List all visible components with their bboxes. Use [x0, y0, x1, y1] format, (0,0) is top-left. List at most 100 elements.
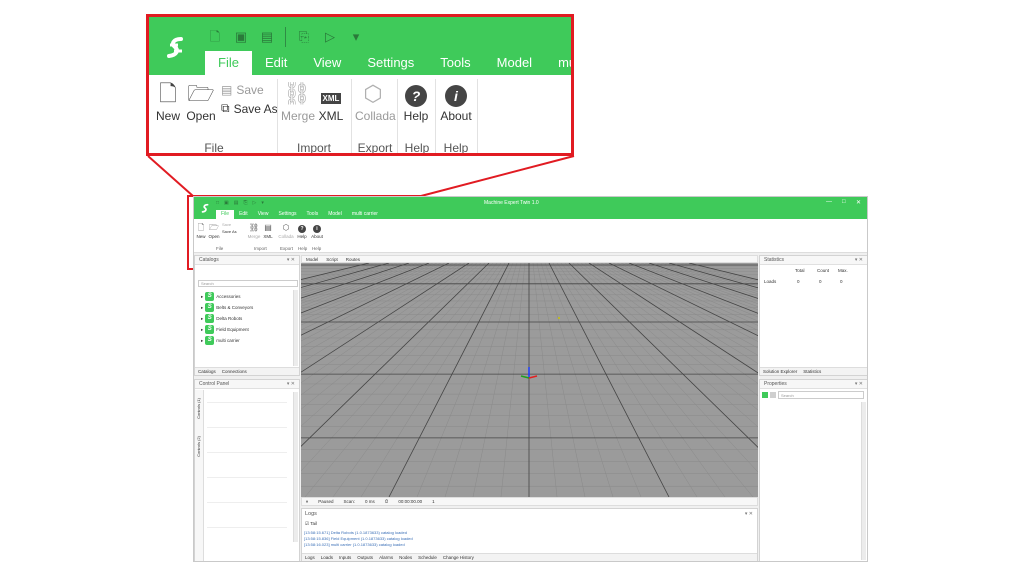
minimize-button[interactable]: —	[826, 199, 832, 205]
tab-connections[interactable]: Connections	[222, 368, 247, 375]
tab-change-history[interactable]: Change History	[443, 554, 474, 561]
collada-button[interactable]: ⬡ Collada	[278, 223, 294, 239]
panel-pin-icon[interactable]: ▾ ✕	[855, 380, 863, 389]
expand-icon[interactable]: ▸	[201, 327, 203, 333]
close-button[interactable]: ✕	[856, 199, 861, 206]
dropdown-icon[interactable]: ▾	[348, 29, 364, 45]
catalog-item[interactable]: ▸ S Delta Robots	[201, 314, 242, 323]
help-button[interactable]: ? Help	[401, 81, 431, 123]
sim-time: 00:00:00.00	[398, 499, 423, 504]
help-button[interactable]: ? Help	[296, 223, 308, 239]
tab-outputs[interactable]: Outputs	[357, 554, 373, 561]
catalog-item[interactable]: ▸ S Belts & Conveyors	[201, 303, 253, 312]
tab-routes[interactable]: Routes	[346, 256, 360, 262]
axis-gizmo-icon	[520, 367, 538, 379]
control-panel: Control Panel ▾ ✕ Controls (1) Controls (…	[194, 379, 300, 561]
catalog-logo-icon: S	[205, 336, 215, 345]
grid-line	[500, 263, 526, 497]
tab-file[interactable]: File	[216, 210, 235, 219]
panel-pin-icon[interactable]: ▾ ✕	[287, 256, 295, 265]
quick-access-toolbar[interactable]: □▣▤⎘▷▾	[216, 200, 269, 206]
tab-multi-carrier[interactable]: multi carrier	[347, 210, 383, 219]
panel-pin-icon[interactable]: ▾ ✕	[287, 380, 295, 389]
panel-pin-icon[interactable]: ▾ ✕	[855, 256, 863, 265]
about-button[interactable]: i About	[439, 81, 473, 123]
properties-search-input[interactable]: Search	[778, 391, 864, 399]
new-doc-icon[interactable]: 🗋	[207, 29, 223, 45]
group-separator	[397, 79, 398, 153]
catalog-scrollbar[interactable]	[293, 290, 298, 366]
tab-settings[interactable]: Settings	[354, 51, 427, 75]
tab-edit[interactable]: Edit	[252, 51, 300, 75]
tab-solution-explorer[interactable]: Solution Explorer	[763, 368, 797, 375]
xml-button[interactable]: ▤ XML	[262, 223, 274, 239]
tab-controls-1[interactable]: Controls (1)	[196, 398, 201, 419]
tab-multi-carrier[interactable]: multi carrier	[545, 51, 571, 94]
about-button[interactable]: i About	[310, 223, 324, 239]
new-button[interactable]: 🗋 New	[155, 81, 181, 123]
tab-tools[interactable]: Tools	[302, 210, 324, 219]
tab-inputs[interactable]: Inputs	[339, 554, 351, 561]
alphabetical-view-icon[interactable]	[770, 392, 776, 398]
expand-icon[interactable]: ▸	[201, 338, 203, 344]
floor-grid	[301, 263, 758, 497]
grid-line	[532, 263, 558, 497]
open-button[interactable]: 🗁 Open	[185, 81, 217, 123]
tail-checkbox[interactable]: ☑ Tail	[305, 521, 317, 527]
tab-script[interactable]: Script	[326, 256, 338, 262]
new-button[interactable]: 🗋 New	[196, 223, 206, 239]
expand-icon[interactable]: ▸	[201, 294, 203, 300]
save-as-button[interactable]: Save As	[222, 229, 237, 234]
tab-model[interactable]: Model	[323, 210, 347, 219]
tab-schedule[interactable]: Schedule	[418, 554, 437, 561]
tab-loads[interactable]: Loads	[321, 554, 333, 561]
properties-scrollbar[interactable]	[861, 402, 866, 560]
paste-icon[interactable]: ⎘	[296, 29, 312, 45]
save-as-button[interactable]: ⧉ Save As	[221, 101, 278, 116]
tab-model[interactable]: Model	[306, 256, 318, 262]
tab-view[interactable]: View	[253, 210, 274, 219]
grid-line	[668, 263, 758, 289]
tab-file[interactable]: File	[205, 51, 252, 75]
tab-tools[interactable]: Tools	[427, 51, 483, 75]
maximize-button[interactable]: □	[842, 199, 846, 205]
expand-icon[interactable]: ▸	[201, 305, 203, 311]
3d-viewport[interactable]	[301, 263, 758, 497]
catalog-search-input[interactable]: Search	[198, 280, 298, 287]
xml-file-icon: ▤	[264, 223, 272, 232]
tab-model[interactable]: Model	[484, 51, 545, 75]
catalog-item[interactable]: ▸ S Accessories	[201, 292, 241, 301]
control-scrollbar[interactable]	[293, 392, 298, 542]
tab-settings[interactable]: Settings	[273, 210, 301, 219]
tab-statistics[interactable]: Statistics	[803, 368, 821, 375]
tab-alarms[interactable]: Alarms	[379, 554, 393, 561]
pause-icon[interactable]: ⏸	[306, 498, 308, 505]
tab-controls-2[interactable]: Controls (2)	[196, 436, 201, 457]
expand-icon[interactable]: ▸	[201, 316, 203, 322]
xml-file-icon: XML	[320, 93, 342, 104]
merge-button[interactable]: ⛓ Merge	[281, 81, 315, 123]
collada-button[interactable]: ⬡ Collada	[355, 81, 396, 123]
catalog-item[interactable]: ▸ Smulti carrier	[201, 336, 240, 345]
group-separator	[477, 79, 478, 153]
open-button[interactable]: 🗁 Open	[208, 223, 220, 239]
save-disabled-icon[interactable]: ▤	[259, 29, 275, 45]
grid-line	[556, 263, 726, 497]
tab-view[interactable]: View	[300, 51, 354, 75]
play-icon[interactable]: ▷	[322, 29, 338, 45]
save-icon[interactable]: ▣	[233, 29, 249, 45]
tab-logs[interactable]: Logs	[305, 554, 315, 561]
xml-button[interactable]: XML XML	[317, 81, 345, 123]
tab-nodes[interactable]: Nodes	[399, 554, 412, 561]
categorized-view-icon[interactable]	[762, 392, 768, 398]
panel-pin-icon[interactable]: ▾ ✕	[745, 511, 753, 517]
save-button[interactable]: Save	[222, 222, 231, 227]
merge-button[interactable]: ⛓ Merge	[247, 223, 261, 239]
scan-label: Scan:	[343, 499, 356, 504]
save-button[interactable]: ▤ Save	[221, 83, 264, 97]
tab-catalogs[interactable]: Catalogs	[198, 368, 216, 375]
catalog-item[interactable]: ▸ S Field Equipment	[201, 325, 249, 334]
grid-line	[304, 263, 498, 497]
open-folder-icon: 🗁	[187, 81, 215, 106]
tab-edit[interactable]: Edit	[234, 210, 253, 219]
